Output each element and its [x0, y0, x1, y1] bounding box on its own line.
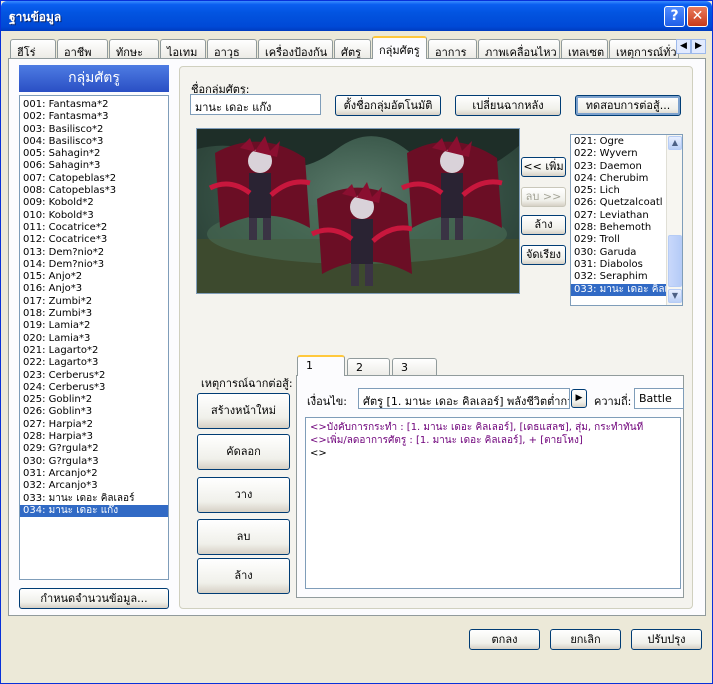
tab-strip: ฮีโร่ อาชีพ ทักษะ ไอเทม อาวุธ เครื่องป้อ…	[8, 36, 706, 59]
troop-list-item[interactable]: 008: Catopeblas*3	[20, 185, 168, 197]
troop-list-item[interactable]: 009: Kobold*2	[20, 197, 168, 209]
troop-list-item[interactable]: 027: Harpia*2	[20, 419, 168, 431]
apply-button[interactable]: ปรับปรุง	[631, 629, 702, 650]
ok-button[interactable]: ตกลง	[469, 629, 540, 650]
event-command-line[interactable]: <>	[310, 447, 676, 460]
enemy-list-scrollbar[interactable]: ▲ ▼	[666, 135, 682, 305]
condition-edit-icon[interactable]: ▶	[571, 389, 587, 408]
battle-events-label: เหตุการณ์ฉากต่อสู้:	[201, 377, 293, 390]
event-command-line[interactable]: <>เพิ่ม/ลดอาการศัตรู : [1. มานะ เดอะ คิล…	[310, 434, 676, 447]
tab-common-event[interactable]: เหตุการณ์ทั่ว	[609, 39, 679, 58]
scroll-thumb[interactable]	[668, 235, 682, 287]
tab-scroll-right-icon[interactable]: ▶	[691, 39, 706, 54]
event-command-list[interactable]: <>บังคับการกระทำ : [1. มานะ เดอะ คิลเลอร…	[305, 417, 681, 589]
troop-list-item[interactable]: 032: Arcanjo*3	[20, 480, 168, 492]
frequency-select[interactable]: Battle	[634, 388, 684, 409]
troop-list[interactable]: 001: Fantasma*2 002: Fantasma*3 003: Basil…	[19, 95, 169, 580]
tab-armor[interactable]: เครื่องป้องกัน	[258, 39, 333, 59]
paste-page-button[interactable]: วาง	[197, 477, 290, 513]
clear-enemies-button[interactable]: ล้าง	[521, 215, 566, 235]
troop-list-item[interactable]: 011: Cocatrice*2	[20, 222, 168, 234]
troop-list-item[interactable]: 021: Lagarto*2	[20, 345, 168, 357]
tab-class[interactable]: อาชีพ	[57, 39, 108, 59]
troop-list-item[interactable]: 024: Cerberus*3	[20, 382, 168, 394]
scroll-up-icon[interactable]: ▲	[668, 136, 682, 150]
condition-field[interactable]: ศัตรู [1. มานะ เดอะ คิลเลอร์] พลังชีวิตต…	[358, 388, 570, 409]
tab-tileset[interactable]: เทลเซต	[561, 39, 608, 59]
tab-scroll-left-icon[interactable]: ◀	[676, 39, 691, 54]
troop-list-item[interactable]: 019: Lamia*2	[20, 320, 168, 332]
troop-list-item[interactable]: 028: Harpia*3	[20, 431, 168, 443]
title-bar[interactable]: ฐานข้อมูล ? ✕	[1, 1, 712, 31]
frequency-label: ความถี่:	[594, 395, 632, 408]
troop-list-item[interactable]: 015: Anjo*2	[20, 271, 168, 283]
tab-weapon[interactable]: อาวุธ	[207, 39, 257, 59]
tab-animation[interactable]: ภาพเคลื่อนไหว	[478, 39, 560, 59]
troop-list-title: กลุ่มศัตรู	[19, 65, 169, 92]
troop-list-item[interactable]: 016: Anjo*3	[20, 283, 168, 295]
troop-list-item[interactable]: 002: Fantasma*3	[20, 111, 168, 123]
window-title: ฐานข้อมูล	[9, 10, 62, 24]
troop-list-item[interactable]: 023: Cerberus*2	[20, 370, 168, 382]
troop-list-item[interactable]: 013: Dem?nio*2	[20, 247, 168, 259]
troop-list-item[interactable]: 012: Cocatrice*3	[20, 234, 168, 246]
troop-list-item[interactable]: 018: Zumbi*3	[20, 308, 168, 320]
help-button[interactable]: ?	[664, 6, 685, 27]
troop-list-item[interactable]: 010: Kobold*3	[20, 210, 168, 222]
arrange-enemies-button[interactable]: จัดเรียง	[521, 245, 566, 265]
troop-list-item[interactable]: 026: Goblin*3	[20, 406, 168, 418]
troop-list-item[interactable]: 004: Basilisco*3	[20, 136, 168, 148]
troop-list-item[interactable]: 033: มานะ เดอะ คิลเลอร์	[20, 493, 168, 505]
troop-name-input[interactable]: มานะ เดอะ แก๊ง	[190, 94, 321, 115]
new-page-button[interactable]: สร้างหน้าใหม่	[197, 393, 290, 429]
troop-list-item[interactable]: 034: มานะ เดอะ แก๊ง	[20, 504, 168, 518]
clear-page-button[interactable]: ล้าง	[197, 558, 290, 594]
event-page-tab-1[interactable]: 1	[297, 355, 345, 376]
copy-page-button[interactable]: คัดลอก	[197, 434, 290, 470]
close-button[interactable]: ✕	[687, 6, 708, 27]
troop-list-item[interactable]: 025: Goblin*2	[20, 394, 168, 406]
troop-list-item[interactable]: 017: Zumbi*2	[20, 296, 168, 308]
event-command-line[interactable]: <>บังคับการกระทำ : [1. มานะ เดอะ คิลเลอร…	[310, 421, 676, 434]
troop-list-item[interactable]: 001: Fantasma*2	[20, 99, 168, 111]
tab-enemy[interactable]: ศัตรู	[334, 39, 371, 59]
enemy-sprite-1[interactable]	[205, 133, 315, 243]
troop-list-item[interactable]: 029: G?rgula*2	[20, 443, 168, 455]
troop-list-item[interactable]: 030: G?rgula*3	[20, 456, 168, 468]
tab-item[interactable]: ไอเทม	[160, 39, 206, 59]
enemy-sprite-3[interactable]	[397, 133, 507, 243]
tab-hero[interactable]: ฮีโร่	[10, 39, 56, 59]
troop-list-item[interactable]: 031: Arcanjo*2	[20, 468, 168, 480]
delete-page-button[interactable]: ลบ	[197, 519, 290, 555]
remove-enemy-button[interactable]: ลบ >>	[521, 187, 566, 207]
scroll-down-icon[interactable]: ▼	[668, 289, 682, 303]
auto-name-button[interactable]: ตั้งชื่อกลุ่มอัตโนมัติ	[335, 95, 441, 116]
troop-list-item[interactable]: 022: Lagarto*3	[20, 357, 168, 369]
cancel-button[interactable]: ยกเลิก	[550, 629, 621, 650]
set-count-button[interactable]: กำหนดจำนวนข้อมูล...	[19, 588, 169, 609]
test-battle-button[interactable]: ทดสอบการต่อสู้...	[575, 95, 681, 116]
tab-state[interactable]: อาการ	[428, 39, 477, 59]
troop-list-item[interactable]: 007: Catopeblas*2	[20, 173, 168, 185]
event-page-tab-3[interactable]: 3	[392, 358, 437, 376]
troop-list-item[interactable]: 003: Basilisco*2	[20, 124, 168, 136]
troop-list-item[interactable]: 014: Dem?nio*3	[20, 259, 168, 271]
troop-list-item[interactable]: 006: Sahagin*3	[20, 160, 168, 172]
battle-preview[interactable]	[196, 128, 520, 294]
tab-troop[interactable]: กลุ่มศัตรู	[372, 36, 427, 59]
troop-list-item[interactable]: 020: Lamia*3	[20, 333, 168, 345]
condition-label: เงื่อนไข:	[307, 395, 348, 408]
event-page-tab-2[interactable]: 2	[347, 358, 390, 376]
add-enemy-button[interactable]: << เพิ่ม	[521, 157, 566, 177]
change-background-button[interactable]: เปลี่ยนฉากหลัง	[455, 95, 561, 116]
troop-list-item[interactable]: 005: Sahagin*2	[20, 148, 168, 160]
tab-skill[interactable]: ทักษะ	[109, 39, 159, 59]
